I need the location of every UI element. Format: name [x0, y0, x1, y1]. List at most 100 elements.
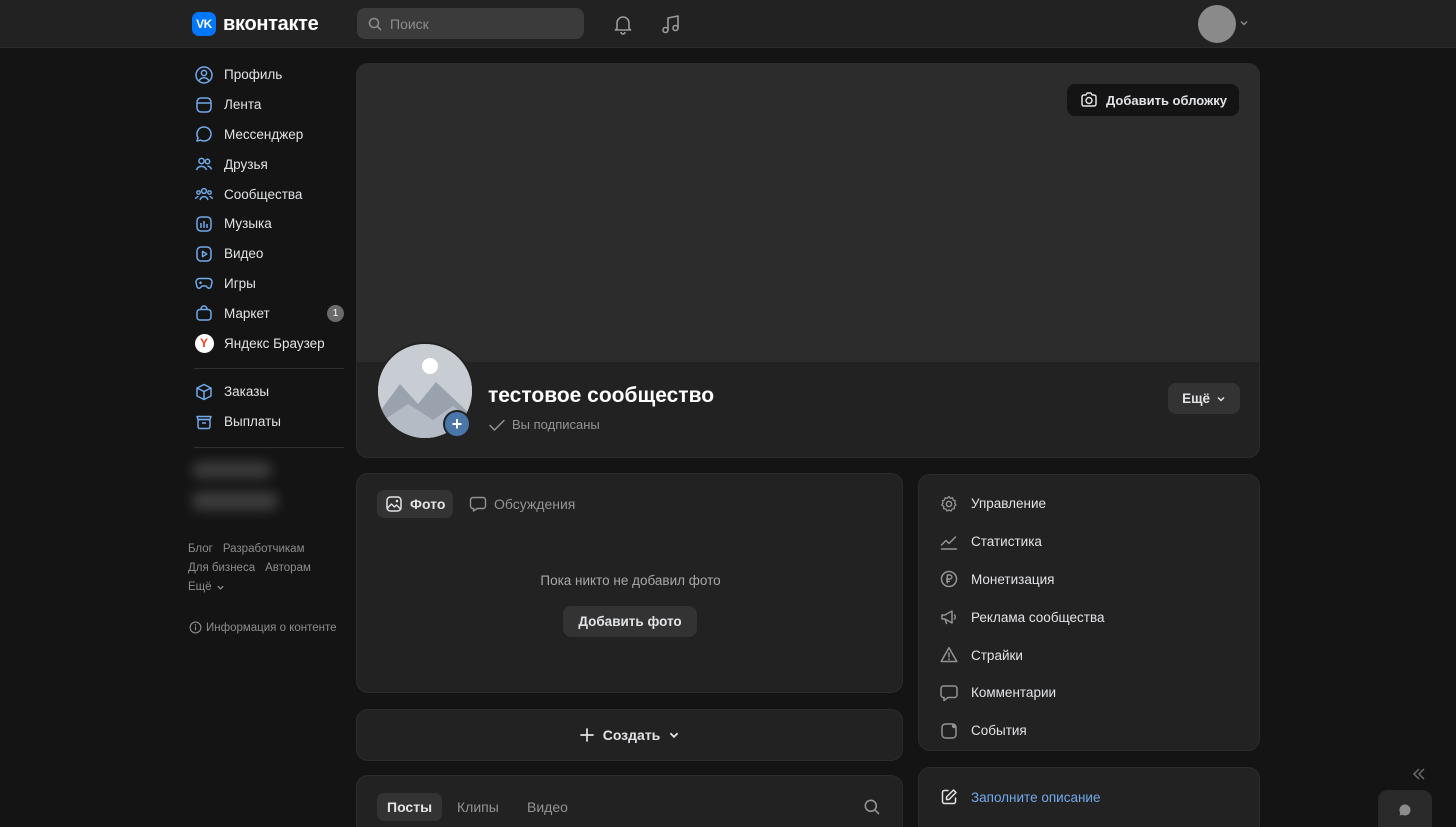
- nav-label: Музыка: [224, 216, 272, 232]
- manage-item-stats[interactable]: Статистика: [919, 523, 1259, 561]
- nav-label: Лента: [224, 97, 262, 113]
- manage-item-ads[interactable]: Реклама сообщества: [919, 598, 1259, 636]
- megaphone-icon: [939, 607, 959, 627]
- management-card: Управление Статистика Монетизация Реклам…: [918, 474, 1260, 751]
- tab-label: Фото: [410, 496, 446, 512]
- manage-item-monetization[interactable]: Монетизация: [919, 561, 1259, 599]
- nav-item-messenger[interactable]: Мессенджер: [188, 120, 346, 150]
- market-badge: 1: [327, 305, 344, 323]
- chat-button[interactable]: [1378, 790, 1432, 827]
- footer-link-authors[interactable]: Авторам: [265, 562, 311, 574]
- subscribed-status[interactable]: Вы подписаны: [488, 417, 600, 432]
- nav-item-games[interactable]: Игры: [188, 269, 346, 299]
- blurred-widget: [188, 456, 346, 518]
- vk-logo-text: вконтакте: [223, 12, 319, 35]
- tab-clips[interactable]: Клипы: [447, 793, 509, 821]
- edit-icon: [941, 789, 957, 805]
- footer-link-business[interactable]: Для бизнеса: [188, 562, 255, 574]
- nav-label: Профиль: [224, 67, 283, 83]
- nav-item-yandex-browser[interactable]: Y Яндекс Браузер: [188, 328, 346, 358]
- plus-icon: +: [445, 412, 469, 436]
- nav-label: Сообщества: [224, 186, 303, 202]
- checkmark-icon: [489, 419, 505, 431]
- orders-icon: [194, 382, 214, 402]
- photos-card: Фото Обсуждения Пока никто не добавил фо…: [356, 473, 903, 693]
- nav-label: Мессенджер: [224, 126, 304, 142]
- nav-label: Яндекс Браузер: [224, 335, 325, 351]
- plus-icon: [579, 728, 594, 742]
- nav-label: Видео: [224, 246, 264, 262]
- add-cover-button[interactable]: Добавить обложку: [1066, 84, 1239, 116]
- photo-icon: [386, 496, 402, 512]
- music-note-icon[interactable]: [659, 12, 683, 36]
- vk-logo[interactable]: VK вконтакте: [192, 12, 319, 36]
- nav-item-payouts[interactable]: Выплаты: [188, 407, 346, 437]
- footer-more[interactable]: Ещё: [188, 578, 321, 597]
- nav-label: Друзья: [224, 156, 268, 172]
- empty-photos-text: Пока никто не добавил фото: [540, 573, 721, 588]
- tab-discussions[interactable]: Обсуждения: [461, 490, 583, 518]
- manage-label: Страйки: [971, 647, 1023, 663]
- manage-item-settings[interactable]: Управление: [919, 485, 1259, 523]
- nav-item-profile[interactable]: Профиль: [188, 60, 346, 90]
- more-button[interactable]: Ещё: [1168, 383, 1240, 414]
- search-box[interactable]: [357, 8, 584, 39]
- description-card: Заполните описание: [918, 767, 1260, 827]
- nav-item-friends[interactable]: Друзья: [188, 149, 346, 179]
- search-icon: [368, 17, 382, 30]
- content-info-link[interactable]: Информация о контенте: [189, 621, 337, 634]
- add-avatar-button[interactable]: +: [443, 410, 471, 438]
- manage-item-strikes[interactable]: Страйки: [919, 636, 1259, 674]
- tab-videos[interactable]: Видео: [517, 793, 578, 821]
- manage-label: Монетизация: [971, 571, 1055, 587]
- payouts-icon: [194, 412, 214, 432]
- bell-icon[interactable]: [611, 12, 635, 36]
- search-input[interactable]: [390, 15, 570, 32]
- nav-item-orders[interactable]: Заказы: [188, 377, 346, 407]
- user-avatar[interactable]: [1198, 5, 1236, 43]
- fill-description-link[interactable]: Заполните описание: [939, 787, 1100, 807]
- search-icon[interactable]: [863, 798, 881, 816]
- add-photo-button[interactable]: Добавить фото: [563, 606, 697, 637]
- games-icon: [194, 273, 214, 293]
- vk-logo-icon: VK: [192, 12, 216, 36]
- top-header: VK вконтакте: [0, 0, 1456, 48]
- chat-bubble-icon: [1399, 804, 1411, 816]
- info-link-label: Информация о контенте: [206, 621, 337, 634]
- left-nav: Профиль Лента Мессенджер Друзья Сообщест…: [188, 60, 346, 518]
- warning-icon: [939, 645, 959, 665]
- manage-label: Реклама сообщества: [971, 609, 1105, 625]
- manage-item-comments[interactable]: Комментарии: [919, 674, 1259, 712]
- chevron-down-icon: [670, 732, 679, 739]
- create-button[interactable]: Создать: [356, 709, 903, 761]
- nav-item-feed[interactable]: Лента: [188, 90, 346, 120]
- comment-icon: [939, 683, 959, 703]
- music-icon: [194, 214, 214, 234]
- video-icon: [194, 244, 214, 264]
- chevron-down-icon[interactable]: [1239, 18, 1249, 28]
- camera-icon: [1081, 92, 1097, 107]
- stats-icon: [939, 532, 959, 552]
- nav-label: Заказы: [224, 384, 270, 400]
- community-header-card: Добавить обложку + тестовое сообщество В…: [356, 63, 1260, 458]
- tab-photos[interactable]: Фото: [377, 490, 454, 518]
- nav-item-market[interactable]: Маркет 1: [188, 298, 346, 328]
- footer-links: Блог Разработчикам Для бизнеса Авторам Ещё: [188, 540, 321, 597]
- create-label: Создать: [602, 727, 661, 743]
- yandex-browser-icon: Y: [194, 333, 214, 353]
- footer-link-developers[interactable]: Разработчикам: [223, 543, 305, 555]
- nav-item-music[interactable]: Музыка: [188, 209, 346, 239]
- gear-icon: [939, 494, 959, 514]
- manage-label: Статистика: [971, 534, 1042, 550]
- collapse-chevrons-icon[interactable]: [1411, 766, 1427, 782]
- profile-icon: [194, 65, 214, 85]
- chevron-down-icon: [216, 585, 224, 590]
- more-label: Ещё: [1182, 391, 1210, 406]
- nav-item-video[interactable]: Видео: [188, 239, 346, 269]
- tab-posts[interactable]: Посты: [377, 793, 443, 821]
- manage-item-events[interactable]: События: [919, 712, 1259, 750]
- chevron-down-icon: [1217, 396, 1225, 402]
- nav-item-communities[interactable]: Сообщества: [188, 179, 346, 209]
- footer-link-blog[interactable]: Блог: [188, 543, 213, 555]
- friends-icon: [194, 154, 214, 174]
